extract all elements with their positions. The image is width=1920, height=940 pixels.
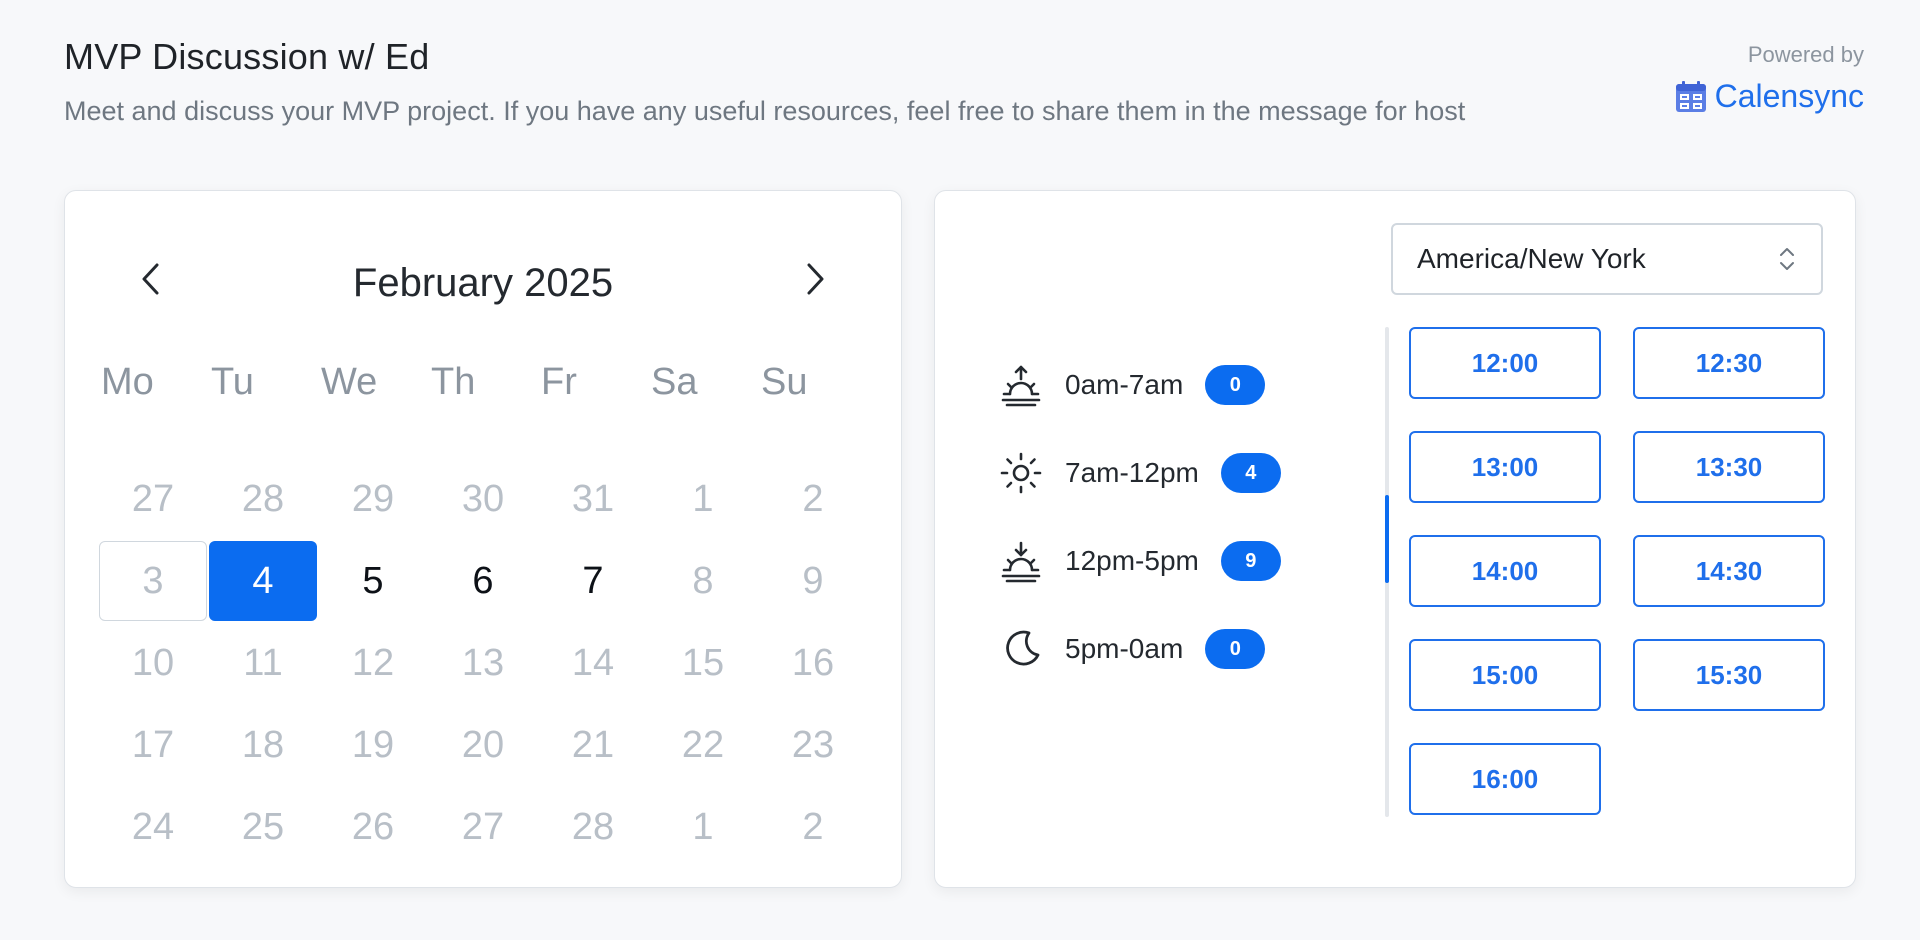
chevron-up-down-icon [1777, 244, 1797, 274]
time-slot-card: America/New York 0am-7am 0 7am-12pm 4 12pm-5… [934, 190, 1856, 888]
calendar-card: February 2025 Mo Tu We Th Fr Sa Su 27 28 29 30 31 1… [64, 190, 902, 888]
calendar-day: 28 [241, 477, 285, 520]
calendar-day[interactable]: 6 [429, 541, 537, 621]
time-period-12pm-5pm[interactable]: 12pm-5pm 9 [999, 517, 1319, 605]
calendar-day: 22 [681, 723, 725, 766]
time-period-label: 5pm-0am [1065, 633, 1184, 664]
next-month-button[interactable] [785, 251, 845, 311]
calendar-day: 27 [131, 477, 175, 520]
calendar-day: 14 [571, 641, 615, 684]
calendar-day: 24 [131, 805, 175, 848]
time-slot-button[interactable]: 13:30 [1633, 431, 1825, 503]
sunset-icon [999, 539, 1043, 583]
sunrise-icon [999, 363, 1043, 407]
time-period-list: 0am-7am 0 7am-12pm 4 12pm-5pm 9 5pm-0am 0 [999, 341, 1319, 693]
page-header: MVP Discussion w/ Ed Meet and discuss yo… [64, 36, 1864, 136]
time-slot-button[interactable]: 13:00 [1409, 431, 1601, 503]
calendar-day: 13 [461, 641, 505, 684]
calendar-day[interactable]: 7 [539, 541, 647, 621]
slot-count-badge: 0 [1205, 629, 1266, 669]
calendar-day: 8 [692, 559, 714, 602]
calendar-day: 21 [571, 723, 615, 766]
time-period-7am-12pm[interactable]: 7am-12pm 4 [999, 429, 1319, 517]
event-title: MVP Discussion w/ Ed [64, 36, 430, 77]
time-slot-button[interactable]: 14:30 [1633, 535, 1825, 607]
weekday-label: Sa [651, 361, 698, 403]
calendar-day[interactable]: 5 [319, 541, 427, 621]
calendar-day: 1 [692, 805, 714, 848]
calendar-day: 30 [461, 477, 505, 520]
calendar-header: February 2025 [65, 251, 901, 311]
calendar-day: 18 [241, 723, 285, 766]
slot-count-badge: 4 [1220, 453, 1281, 493]
sun-icon [999, 451, 1043, 495]
calendar-day: 2 [802, 477, 824, 520]
time-slot-button[interactable]: 15:30 [1633, 639, 1825, 711]
calendar-day: 26 [351, 805, 395, 848]
time-period-label: 7am-12pm [1065, 457, 1199, 488]
slot-count-badge: 0 [1205, 365, 1266, 405]
calendar-day: 19 [351, 723, 395, 766]
time-slot-button[interactable]: 15:00 [1409, 639, 1601, 711]
weekday-label: Tu [211, 361, 254, 403]
weekday-label: Fr [541, 361, 577, 403]
calendar-day: 2 [802, 805, 824, 848]
brand-link[interactable]: Calensync [1675, 78, 1864, 115]
calendar-day: 23 [791, 723, 835, 766]
calendar-day: 28 [571, 805, 615, 848]
calendar-day: 11 [243, 641, 283, 684]
slot-scrollbar-thumb[interactable] [1385, 495, 1389, 583]
calendar-day-selected[interactable]: 4 [209, 541, 317, 621]
time-slot-button[interactable]: 12:30 [1633, 327, 1825, 399]
calendar-day: 9 [802, 559, 824, 602]
calendar-day-grid: 27 28 29 30 31 1 2 3 4 5 6 7 8 9 10 11 12 13 14 15 16 17 18 19 2… [99, 459, 869, 869]
calendar-day: 12 [351, 641, 395, 684]
slot-count-badge: 9 [1220, 541, 1281, 581]
calendar-day: 25 [241, 805, 285, 848]
time-slot-button[interactable]: 12:00 [1409, 327, 1601, 399]
time-period-5pm-0am[interactable]: 5pm-0am 0 [999, 605, 1319, 693]
brand-name: Calensync [1714, 78, 1864, 114]
weekday-header-row: Mo Tu We Th Fr Sa Su [97, 361, 867, 404]
weekday-label: Th [431, 361, 476, 403]
chevron-right-icon [803, 261, 827, 302]
weekday-label: We [321, 361, 378, 403]
calendar-day-today: 3 [99, 541, 207, 621]
calendar-day: 10 [131, 641, 175, 684]
event-description: Meet and discuss your MVP project. If yo… [64, 96, 1466, 126]
powered-by-label: Powered by [1747, 42, 1864, 67]
calendar-grid-icon [1675, 80, 1707, 113]
moon-icon [999, 627, 1043, 671]
calendar-day: 31 [571, 477, 615, 520]
calendar-day: 15 [681, 641, 725, 684]
time-slot-button[interactable]: 16:00 [1409, 743, 1601, 815]
month-label: February 2025 [352, 261, 614, 305]
time-period-0am-7am[interactable]: 0am-7am 0 [999, 341, 1319, 429]
calendar-day: 29 [351, 477, 395, 520]
calendar-day: 1 [692, 477, 714, 520]
time-period-label: 12pm-5pm [1065, 545, 1199, 576]
weekday-label: Su [761, 361, 808, 403]
time-period-label: 0am-7am [1065, 369, 1184, 400]
calendar-day: 27 [461, 805, 505, 848]
calendar-day: 20 [461, 723, 505, 766]
time-slot-grid: 12:00 12:30 13:00 13:30 14:00 14:30 15:00 15:30… [1409, 327, 1825, 815]
calendar-day: 16 [791, 641, 835, 684]
calendar-day: 17 [131, 723, 175, 766]
weekday-label: Mo [101, 361, 154, 403]
slot-scrollbar[interactable] [1385, 327, 1389, 817]
powered-by: Powered by Calensync [1675, 42, 1864, 115]
timezone-value: America/New York [1417, 243, 1646, 274]
timezone-select[interactable]: America/New York [1391, 223, 1823, 295]
time-slot-button[interactable]: 14:00 [1409, 535, 1601, 607]
